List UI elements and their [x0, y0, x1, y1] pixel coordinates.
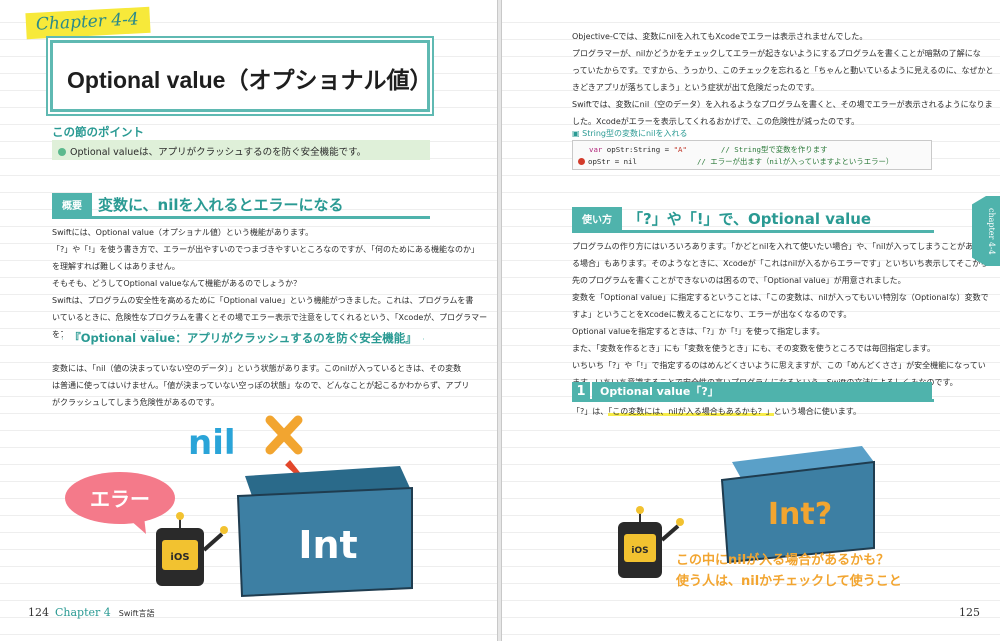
- cross-icon: [265, 415, 303, 455]
- body-text-4: プログラムの作り方にはいろいろあります。「かどとnilを入れて使いたい場合」や、…: [572, 238, 989, 391]
- paragraph-line: っていたからです。ですから、うっかり、このチェックを忘れると「ちゃんと動いている…: [572, 66, 994, 75]
- paragraph-line: Swiftでは、変数にnil（空のデータ）を入れるようなプログラムを書くと、その…: [572, 100, 993, 109]
- body-text-2: 変数には、「nil（値の決まっていない空のデータ）」という状態があります。このn…: [52, 360, 469, 411]
- paragraph-line: 変数を「Optional value」に指定するということは、「この変数は、ni…: [572, 293, 989, 302]
- code-comment: // エラーが出ます（nilが入っていますよというエラー）: [696, 157, 894, 166]
- paragraph-line: る場合」もあります。そのようなときに、Xcodeが「これはnilが入るからエラー…: [572, 259, 989, 268]
- book-spread: Chapter 4-4 Optional value（オプショナル値） この節の…: [0, 0, 1000, 641]
- chapter-side-tab[interactable]: chapter 4-4: [972, 196, 1000, 266]
- text-prefix: 「?」は、: [572, 407, 609, 416]
- error-label: エラー: [90, 487, 150, 511]
- nil-label: nil: [188, 423, 236, 463]
- subheading-text: 『Optional value：アプリがクラッシュするのを防ぐ安全機能』: [63, 331, 423, 345]
- code-string: "A": [673, 145, 687, 154]
- ios-label: iOS: [170, 552, 189, 563]
- paragraph-line: 変数には、「nil（値の決まっていない空のデータ）」という状態があります。このn…: [52, 364, 462, 373]
- code-block: var opStr:String = "A" // String型で変数を作ります…: [572, 140, 932, 170]
- numbered-heading: 1 Optional value「?」: [572, 380, 934, 402]
- paragraph-line: を理解すれば難しくはありません。: [52, 262, 180, 271]
- footer-chapter: Chapter 4: [55, 606, 111, 619]
- ios-label: iOS: [631, 546, 648, 556]
- code-caption: ▣ String型の変数にnilを入れる: [572, 128, 688, 139]
- bullet-icon: [58, 148, 66, 156]
- code-keyword: var: [589, 145, 603, 154]
- chapter-tag: Chapter 4-4: [25, 6, 151, 40]
- footer-section-name: Swift言語: [118, 609, 155, 618]
- heading-number: 1: [572, 382, 590, 401]
- body-text-1: Swiftには、Optional value（オプショナル値）という機能がありま…: [52, 224, 487, 343]
- code-icon: ▣: [572, 129, 583, 138]
- highlighted-text: 「この変数には、nilが入る場合もあるかも？」: [608, 407, 774, 416]
- paragraph-line: 先のプログラムを書くことができないのは困るので、「Optional value」…: [572, 276, 906, 285]
- code-caption-text: String型の変数にnilを入れる: [582, 129, 688, 138]
- paragraph-line: いているときに、危険性なプログラムを書くとその場でエラー表示で注意をしてくれると…: [52, 313, 488, 322]
- paragraph-line: きどきアプリが落ちてしまう」という症状が出て危険だったのです。: [572, 83, 819, 92]
- left-page: Chapter 4-4 Optional value（オプショナル値） この節の…: [0, 0, 498, 641]
- code-line: var opStr:String = "A" // String型で変数を作ります: [581, 144, 923, 156]
- paragraph-line: 「?」や「!」を使う書き方で、エラーが出やすいのでつまづきやすいところなのですが…: [52, 245, 479, 254]
- section-tag: 使い方: [572, 207, 622, 230]
- section-tag: 概要: [52, 193, 92, 216]
- right-page: Objective-Cでは、変数にnilを入れてもXcodeでエラーは表示されま…: [501, 0, 1000, 641]
- int-optional-box: Int?: [720, 446, 875, 564]
- point-text: Optional valueは、アプリがクラッシュするのを防ぐ安全機能です。: [70, 147, 367, 158]
- nil-error-illustration: nil エラー Int iOS: [65, 415, 413, 598]
- paragraph-line: すよ」ということをXcodeに教えることになり、エラーが出なくなるのです。: [572, 310, 852, 319]
- paragraph-line: は普通に使ってはいけません。「値が決まっていない空っぽの状態」なので、どんなこと…: [52, 381, 470, 390]
- page-number: 124: [28, 606, 49, 619]
- code-line: opStr = nil // エラーが出ます（nilが入っていますよというエラー）: [578, 156, 923, 168]
- ios-robot: iOS: [156, 512, 228, 586]
- page-number: 125: [959, 606, 980, 619]
- point-box: Optional valueは、アプリがクラッシュするのを防ぐ安全機能です。: [52, 140, 430, 160]
- section-title: 「?」や「!」で、Optional value: [628, 210, 872, 228]
- illustration-caption-2: 使う人は、nilかチェックして使うこと: [675, 573, 902, 589]
- paragraph-line: Optional valueを指定するときは、「?」か「!」を使って指定します。: [572, 327, 825, 336]
- paragraph-line: Objective-Cでは、変数にnilを入れてもXcodeでエラーは表示されま…: [572, 32, 868, 41]
- subheading: 『Optional value：アプリがクラッシュするのを防ぐ安全機能』: [62, 330, 424, 350]
- page-title: Optional value（オプショナル値）: [50, 40, 432, 112]
- illustration-caption-1: この中にnilが入る場合があるかも？: [676, 552, 889, 568]
- int-label: Int: [298, 523, 357, 567]
- section-heading-2: 使い方 「?」や「!」で、Optional value: [572, 207, 934, 233]
- ios-robot: iOS: [618, 506, 684, 578]
- body-text-3: Objective-Cでは、変数にnilを入れてもXcodeでエラーは表示されま…: [572, 28, 994, 130]
- paragraph-line: Swiftは、プログラムの安全性を高めるために「Optional value」と…: [52, 296, 474, 305]
- paragraph-line: いちいち「?」や「!」で指定するのはめんどくさいように思えますが、この「めんどく…: [572, 361, 986, 370]
- point-heading: この節のポイント: [52, 125, 144, 139]
- error-icon: [578, 158, 585, 165]
- paragraph-line: そもそも、どうしてOptional valueなんて機能があるのでしょうか？: [52, 279, 302, 288]
- code-comment: // String型で変数を作ります: [720, 145, 828, 154]
- int-optional-label: Int?: [768, 497, 832, 532]
- code-text: opStr = nil: [588, 157, 637, 166]
- int-box: Int: [236, 466, 413, 598]
- paragraph-line: また、「変数を作るとき」にも「変数を使うとき」にも、その変数を使うところでは毎回…: [572, 344, 935, 353]
- text-suffix: という場合に使います。: [773, 407, 861, 416]
- optional-box-illustration: Int? iOS この中にnilが入る場合があるかも？ 使う人は、nilかチェッ…: [618, 446, 902, 589]
- heading-title: Optional value「?」: [592, 382, 932, 401]
- paragraph-line: プログラマーが、nilかどうかをチェックしてエラーが起きないようにするプログラム…: [572, 49, 981, 58]
- body-text-5: 「?」は、「この変数には、nilが入る場合もあるかも？」という場合に使います。: [572, 403, 861, 420]
- code-text: opStr:String =: [602, 145, 674, 154]
- paragraph-line: がクラッシュしてしまう危険性があるのです。: [52, 398, 219, 407]
- paragraph-line: プログラムの作り方にはいろいろあります。「かどとnilを入れて使いたい場合」や、…: [572, 242, 974, 251]
- paragraph-line: Swiftには、Optional value（オプショナル値）という機能がありま…: [52, 228, 314, 237]
- section-heading: 概要 変数に、nilを入れるとエラーになる: [52, 193, 430, 219]
- section-title: 変数に、nilを入れるとエラーになる: [98, 196, 344, 214]
- footer-left: 124 Chapter 4 Swift言語: [28, 606, 154, 619]
- speech-bubble: エラー: [65, 472, 175, 534]
